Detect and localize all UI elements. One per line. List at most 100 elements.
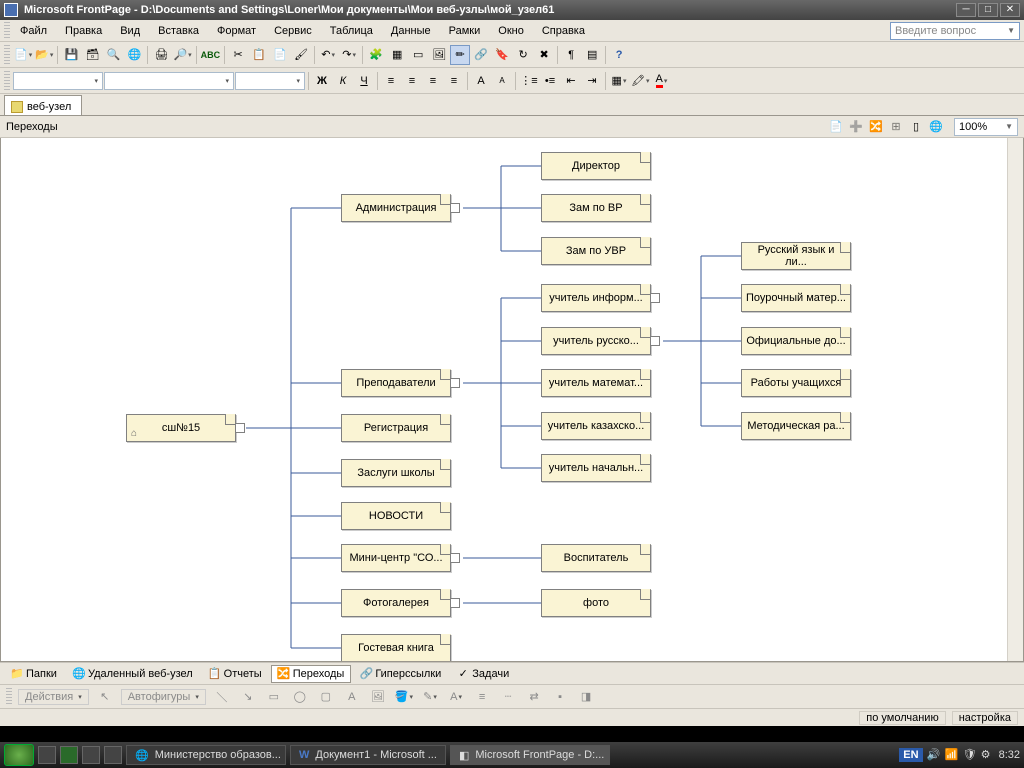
node-teacher-math[interactable]: учитель математ... — [541, 369, 651, 397]
tab-navigation[interactable]: 🔀Переходы — [271, 665, 352, 683]
node-rus-lesson[interactable]: Поурочный матер... — [741, 284, 851, 312]
zoom-select[interactable]: 100% ▼ — [954, 118, 1018, 136]
web-component-button[interactable]: 🧩 — [366, 45, 386, 65]
status-default[interactable]: по умолчанию — [859, 711, 945, 725]
taskbar-item[interactable]: WДокумент1 - Microsoft ... — [290, 745, 446, 765]
font-color-button[interactable]: A▾ — [446, 687, 466, 707]
picture-button[interactable]: 🖼 — [429, 45, 449, 65]
status-setup[interactable]: настройка — [952, 711, 1018, 725]
minimize-button[interactable]: ─ — [956, 3, 976, 17]
start-button[interactable] — [4, 744, 34, 766]
highlight-button[interactable]: 🖍▾ — [630, 71, 650, 91]
style-select[interactable]: ▾ — [13, 72, 103, 90]
node-educator[interactable]: Воспитатель — [541, 544, 651, 572]
spellcheck-button[interactable]: ABC — [200, 45, 222, 65]
quicklaunch-icon[interactable] — [82, 746, 100, 764]
bookmark-button[interactable]: 🔖 — [492, 45, 512, 65]
save-all-button[interactable]: 🗃 — [82, 45, 102, 65]
menu-window[interactable]: Окно — [490, 23, 532, 39]
arrow-button[interactable]: ↘ — [238, 687, 258, 707]
decrease-indent-button[interactable]: ⇤ — [561, 71, 581, 91]
document-tab[interactable]: веб-узел — [4, 95, 82, 115]
quicklaunch-icon[interactable] — [38, 746, 56, 764]
rectangle-button[interactable]: ▭ — [264, 687, 284, 707]
menu-view[interactable]: Вид — [112, 23, 148, 39]
help-question-input[interactable]: Введите вопрос ▼ — [890, 22, 1020, 40]
node-rus-method[interactable]: Методическая ра... — [741, 412, 851, 440]
tray-icon[interactable]: 🔊 — [927, 748, 941, 762]
clipart-button[interactable]: 🖼 — [368, 687, 388, 707]
node-teacher-prim[interactable]: учитель начальн... — [541, 454, 651, 482]
actions-menu[interactable]: Действия▾ — [18, 689, 89, 705]
node-teacher-inf[interactable]: учитель информ... — [541, 284, 651, 312]
shadow-button[interactable]: ▪ — [550, 687, 570, 707]
node-director[interactable]: Директор — [541, 152, 651, 180]
hyperlink-button[interactable]: 🔗 — [471, 45, 491, 65]
cut-button[interactable]: ✂ — [228, 45, 248, 65]
new-button[interactable]: 📄▾ — [13, 45, 33, 65]
node-gallery[interactable]: Фотогалерея — [341, 589, 451, 617]
justify-button[interactable]: ≡ — [444, 71, 464, 91]
node-merits[interactable]: Заслуги школы — [341, 459, 451, 487]
menu-format[interactable]: Формат — [209, 23, 264, 39]
bold-button[interactable]: Ж — [312, 71, 332, 91]
decrease-font-button[interactable]: A — [492, 71, 512, 91]
3d-button[interactable]: ◨ — [576, 687, 596, 707]
menu-table[interactable]: Таблица — [322, 23, 381, 39]
new-page-icon[interactable]: 📄 — [828, 119, 844, 135]
redo-button[interactable]: ↷▾ — [339, 45, 359, 65]
numbered-list-button[interactable]: ⋮≡ — [519, 71, 539, 91]
paste-button[interactable]: 📄 — [270, 45, 290, 65]
drawing-button[interactable]: ✏ — [450, 45, 470, 65]
tray-icon[interactable]: ⚙ — [981, 748, 995, 762]
arrow-style-button[interactable]: ⇄ — [524, 687, 544, 707]
textbox-button[interactable]: ▢ — [316, 687, 336, 707]
tab-hyperlinks[interactable]: 🔗Гиперссылки — [353, 665, 448, 683]
node-teacher-rus[interactable]: учитель русско... — [541, 327, 651, 355]
node-zam-vr[interactable]: Зам по ВР — [541, 194, 651, 222]
save-button[interactable]: 💾 — [61, 45, 81, 65]
tray-icon[interactable]: 🛡 — [963, 748, 977, 762]
taskbar-item-active[interactable]: ◧Microsoft FrontPage - D:... — [450, 745, 610, 765]
underline-button[interactable]: Ч — [354, 71, 374, 91]
included-icon[interactable]: ⊞ — [888, 119, 904, 135]
node-admin[interactable]: Администрация — [341, 194, 451, 222]
node-news[interactable]: НОВОСТИ — [341, 502, 451, 530]
dash-style-button[interactable]: ┈ — [498, 687, 518, 707]
navigation-canvas[interactable]: ⌂ сш№15 Администрация Преподаватели Реги… — [0, 138, 1024, 662]
bullet-list-button[interactable]: •≡ — [540, 71, 560, 91]
increase-font-button[interactable]: A — [471, 71, 491, 91]
scrollbar-vertical[interactable] — [1007, 138, 1023, 661]
fill-color-button[interactable]: 🪣▾ — [394, 687, 414, 707]
node-guestbook[interactable]: Гостевая книга — [341, 634, 451, 662]
refresh-button[interactable]: ↻ — [513, 45, 533, 65]
select-button[interactable]: ↖ — [95, 687, 115, 707]
wordart-button[interactable]: A — [342, 687, 362, 707]
node-photo[interactable]: фото — [541, 589, 651, 617]
size-select[interactable]: ▾ — [235, 72, 305, 90]
menu-data[interactable]: Данные — [383, 23, 439, 39]
subtree-icon[interactable]: 🌐 — [928, 119, 944, 135]
portrait-icon[interactable]: ▯ — [908, 119, 924, 135]
increase-indent-button[interactable]: ⇥ — [582, 71, 602, 91]
add-existing-icon[interactable]: ➕ — [848, 119, 864, 135]
tab-reports[interactable]: 📋Отчеты — [202, 665, 269, 683]
node-root[interactable]: ⌂ сш№15 — [126, 414, 236, 442]
line-color-button[interactable]: ✎▾ — [420, 687, 440, 707]
copy-button[interactable]: 📋 — [249, 45, 269, 65]
quicklaunch-icon[interactable] — [60, 746, 78, 764]
font-select[interactable]: ▾ — [104, 72, 234, 90]
node-registration[interactable]: Регистрация — [341, 414, 451, 442]
clock[interactable]: 8:32 — [999, 749, 1020, 761]
print-button[interactable]: 🖨 — [151, 45, 171, 65]
line-button[interactable]: ＼ — [212, 687, 232, 707]
node-teachers[interactable]: Преподаватели — [341, 369, 451, 397]
quicklaunch-icon[interactable] — [104, 746, 122, 764]
tab-remote[interactable]: 🌐Удаленный веб-узел — [66, 665, 200, 683]
preview-button[interactable]: 🔎▾ — [172, 45, 192, 65]
node-zam-uvr[interactable]: Зам по УВР — [541, 237, 651, 265]
taskbar-item[interactable]: 🌐Министерство образов... — [126, 745, 286, 765]
italic-button[interactable]: К — [333, 71, 353, 91]
show-layer-button[interactable]: ▤ — [582, 45, 602, 65]
node-rus-lang[interactable]: Русский язык и ли... — [741, 242, 851, 270]
